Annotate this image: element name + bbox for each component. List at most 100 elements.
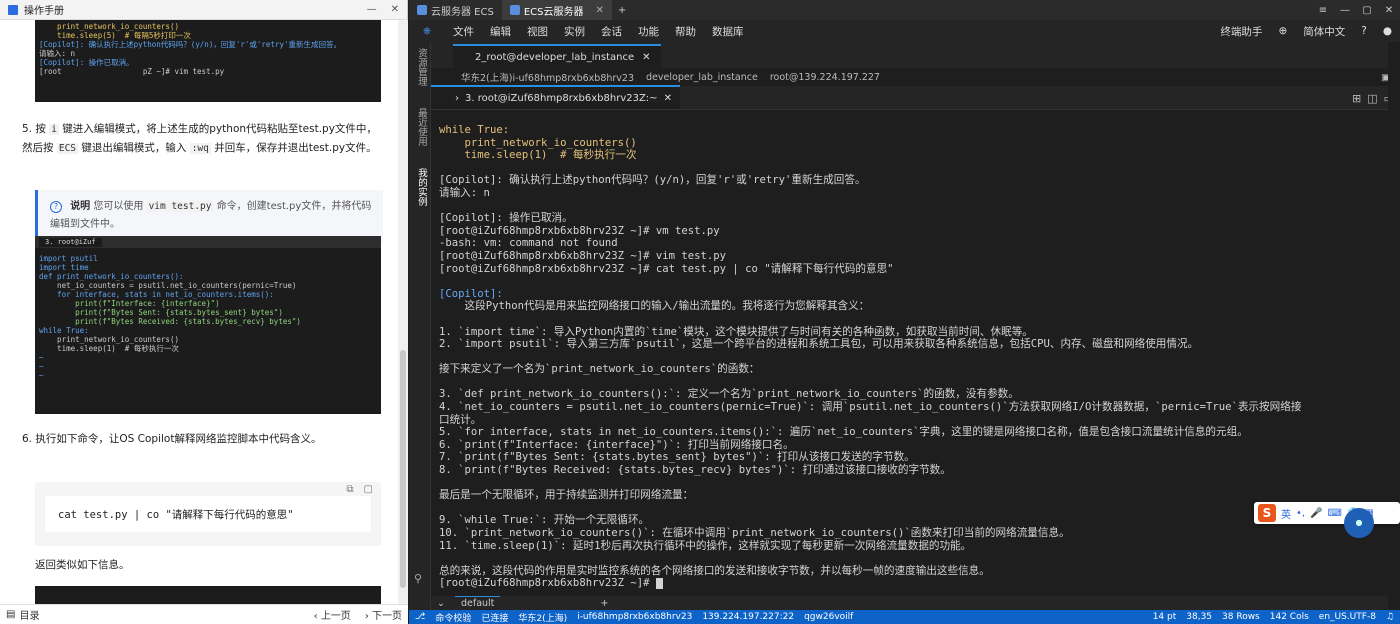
status-encoding[interactable]: en_US.UTF-8 [1319,612,1376,622]
cmd-assist-status[interactable]: 命令校验 [435,611,471,624]
terminal-line: [root@iZuf68hmp8rxb6xb8hrv23Z ~]# vm tes… [439,224,720,237]
vim-line: print(f"Bytes Sent: {stats.bytes_sent} b… [39,308,283,317]
clipboard-icon[interactable]: ▢ [364,484,373,495]
close-session-icon[interactable]: ✕ [642,52,650,63]
question-icon: ? [50,201,62,213]
add-panel-button[interactable]: + [600,598,608,609]
return-text: 返回类似如下信息。 [35,559,130,571]
menu-icon[interactable]: ≡ [1312,5,1334,16]
doc-title: 操作手册 [24,6,64,17]
vim-line: print(f"Interface: {interface}") [39,299,220,308]
doc-panel: 操作手册 — ✕ print_network_io_counters() tim… [0,0,408,624]
copy-icon[interactable]: ⧉ [346,484,353,495]
terminal-line: 6. `print(f"Interface: {interface}")`: 打… [439,438,794,451]
status-ip: 139.224.197.227:22 [702,612,795,622]
doc-scroll-thumb[interactable] [400,350,406,588]
sidebar-item-resources[interactable]: 资源管理 [414,48,428,86]
menu-file[interactable]: 文件 [445,24,482,39]
panel-tab-default[interactable]: default [454,596,501,610]
terminal-line: [Copilot]: [439,287,503,300]
close-icon[interactable]: ✕ [391,4,399,15]
language-select[interactable]: 简体中文 [1295,24,1353,39]
terminal-line: [Copilot]: 确认执行上述python代码吗？(y/n)，回复'r'或'… [439,174,866,187]
maximize-icon[interactable]: ▢ [1356,5,1378,16]
status-cursor-pos: 38,35 [1186,612,1213,622]
ecs-favicon-icon [509,5,520,15]
menu-edit[interactable]: 编辑 [482,24,519,39]
bottom-panel: ⌄ default + [431,596,1400,610]
toc-button[interactable]: 目录 [19,607,39,622]
microphone-icon[interactable]: 🎤 [1310,508,1322,519]
minimize-icon[interactable]: — [1334,5,1356,16]
add-icon[interactable]: ⊕ [1270,25,1295,37]
vim-line: import time [39,263,89,272]
terminal-line: 9. `while True:`: 开始一个无限循环。 [439,514,650,527]
terminal-tab[interactable]: › 3. root@iZuf68hmp8rxb6xb8hrv23Z:~ ✕ [431,85,680,109]
step-number: 6. [22,433,33,445]
chevron-down-icon[interactable]: ⌄ [431,598,445,609]
vim-shot-tab: 3. root@iZuf [39,237,102,247]
vim-line: print(f"Bytes Received: {stats.bytes_rec… [39,317,301,326]
terminal-line: [root@iZuf68hmp8rxb6xb8hrv23Z ~]# cat te… [439,262,894,275]
menu-database[interactable]: 数据库 [704,24,752,39]
sidebar-item-recent[interactable]: 最近使用 [414,108,428,146]
login-label: root@139.224.197.227 [769,71,880,83]
browser-tabbar: 云服务器 ECS ECS云服务器 ✕ + ≡ — ▢ ✕ [409,0,1400,20]
close-terminal-icon[interactable]: ✕ [664,93,672,104]
minimize-icon[interactable]: — [367,4,377,15]
menu-session[interactable]: 会话 [593,24,630,39]
doc-footer: ▤ 目录 ‹ 上一页 › 下一页 [0,604,408,624]
status-bar: ⎇ 命令校验 已连接 华东2(上海) i-uf68hmp8rxb6xb8hrv2… [409,610,1400,624]
browser-tab-console[interactable]: ECS云服务器 ✕ [501,0,612,20]
keyboard-icon[interactable]: ⌨ [1328,508,1342,519]
punctuation-icon[interactable]: •, [1296,508,1305,519]
doc-scrollbar[interactable] [398,20,408,604]
browser-tab-ecs[interactable]: 云服务器 ECS [409,0,502,20]
floating-assistant-button[interactable]: ● [1344,508,1374,538]
bell-icon[interactable]: ♫ [1386,612,1394,622]
region-label: 华东2(上海)i-uf68hmp8rxb6xb8hrv23 [461,73,635,84]
menu-help[interactable]: 帮助 [667,24,704,39]
workbench-logo-icon: ⎈ [422,24,432,37]
split-pane-icon[interactable]: ◫ [1367,92,1377,105]
close-window-icon[interactable]: ✕ [1378,5,1400,16]
terminal-output[interactable]: while True: print_network_io_counters() … [439,124,1384,594]
menu-function[interactable]: 功能 [630,24,667,39]
menu-view[interactable]: 视图 [519,24,556,39]
vim-line: for interface, stats in net_io_counters.… [39,290,274,299]
doc-screenshot-bottom [35,586,381,604]
new-pane-icon[interactable]: ⊞ [1352,92,1361,105]
status-font-size[interactable]: 14 pt [1153,612,1177,622]
terminal-tabbar: › 3. root@iZuf68hmp8rxb6xb8hrv23Z:~ ✕ ⊞ … [431,85,1400,110]
toc-icon[interactable]: ▤ [6,609,15,620]
terminal-line: print_network_io_counters() [439,136,637,149]
menu-instance[interactable]: 实例 [556,24,593,39]
shot-line: [Copilot]: 操作已取消。 [39,58,134,67]
help-icon[interactable]: ? [1353,25,1375,37]
close-tab-icon[interactable]: ✕ [595,5,603,16]
prev-page-button[interactable]: ‹ 上一页 [314,607,351,622]
terminal-line: 5. `for interface, stats in net_io_count… [439,426,1248,439]
sidebar-item-my-instances[interactable]: 我的实例 [414,168,428,206]
avatar[interactable]: ● [1375,25,1400,37]
terminal-cursor [655,577,663,589]
status-rows: 38 Rows [1222,612,1260,622]
terminal-assistant-button[interactable]: 终端助手 [1212,24,1270,39]
status-cols: 142 Cols [1269,612,1309,622]
terminal-line: 接下来定义了一个名为`print_network_io_counters`的函数… [439,363,760,376]
terminal-line: 请输入: n [439,186,490,199]
chevron-icon: › [455,92,459,104]
shot-line: time.sleep(5) # 每隔5秒打印一次 [39,31,191,40]
new-tab-button[interactable]: + [612,5,632,16]
terminal-line: time.sleep(1) # 每秒执行一次 [439,149,637,162]
pin-icon[interactable]: ⚲ [414,572,422,585]
console-panel: 云服务器 ECS ECS云服务器 ✕ + ≡ — ▢ ✕ ⎈ 文件 编辑 视图 … [409,0,1400,624]
session-tab[interactable]: 2_root@developer_lab_instance ✕ [453,44,661,68]
next-page-button[interactable]: › 下一页 [365,607,402,622]
ime-lang-toggle[interactable]: 英 [1281,506,1291,521]
